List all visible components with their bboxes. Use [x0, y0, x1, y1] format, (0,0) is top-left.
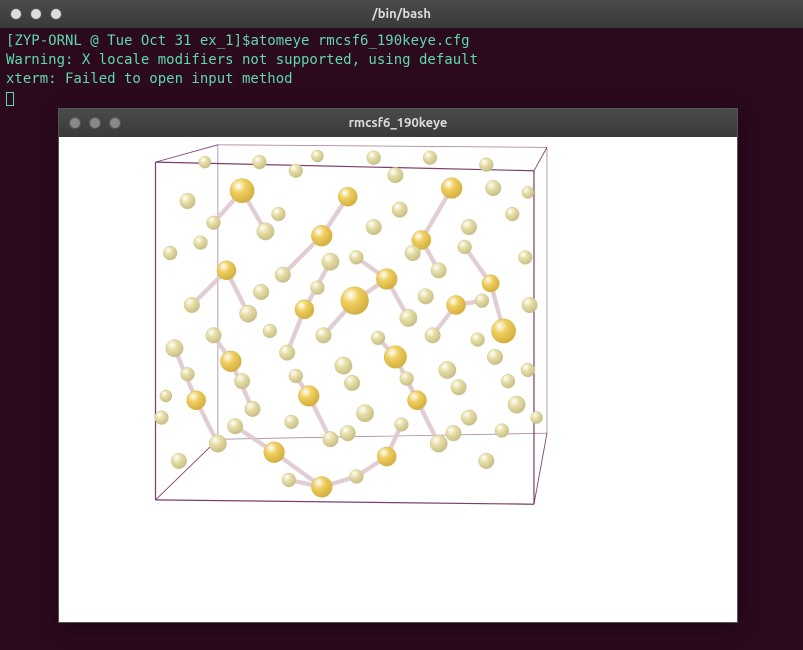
molecular-visualization[interactable]: [59, 137, 737, 622]
maximize-icon[interactable]: [50, 8, 62, 20]
atomeye-window[interactable]: rmcsf6_190keye: [58, 108, 738, 623]
minimize-icon[interactable]: [30, 8, 42, 20]
minimize-icon[interactable]: [89, 117, 101, 129]
close-icon[interactable]: [10, 8, 22, 20]
atomeye-title: rmcsf6_190keye: [349, 116, 448, 130]
shell-command: atomeye rmcsf6_190keye.cfg: [250, 33, 469, 49]
atomeye-window-buttons: [69, 117, 121, 129]
terminal-window-buttons: [10, 8, 62, 20]
shell-prompt: [ZYP-ORNL @ Tue Oct 31 ex_1]$: [6, 33, 250, 49]
maximize-icon[interactable]: [109, 117, 121, 129]
terminal-title: /bin/bash: [372, 7, 431, 21]
terminal-cursor: [6, 92, 14, 106]
terminal-line-2: Warning: X locale modifiers not supporte…: [6, 52, 478, 68]
terminal-line-3: xterm: Failed to open input method: [6, 71, 293, 87]
atomeye-title-bar: rmcsf6_190keye: [59, 109, 737, 137]
terminal-title-bar: /bin/bash: [0, 0, 803, 28]
close-icon[interactable]: [69, 117, 81, 129]
terminal-output[interactable]: [ZYP-ORNL @ Tue Oct 31 ex_1]$atomeye rmc…: [0, 28, 803, 112]
